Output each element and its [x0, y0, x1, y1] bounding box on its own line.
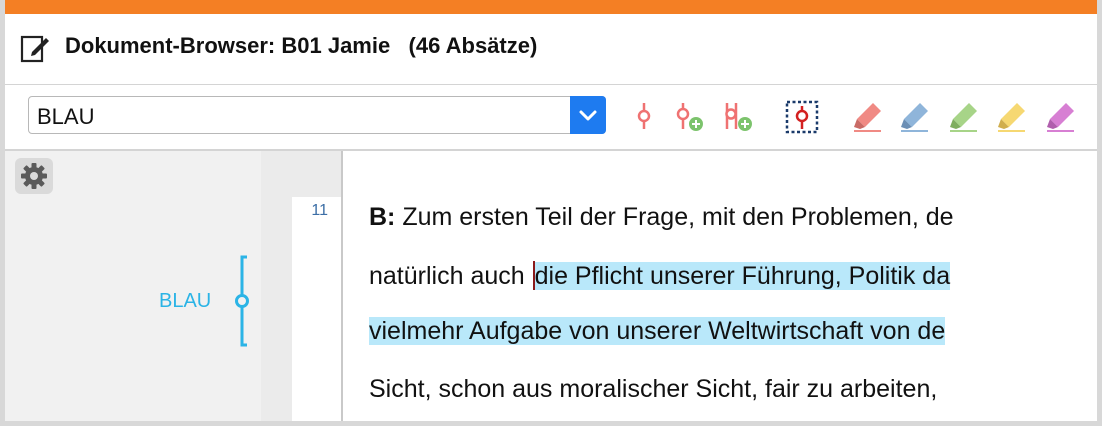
highlighter-green-icon[interactable] — [947, 100, 981, 134]
window-accent-bar — [5, 0, 1097, 14]
memo-column — [261, 151, 292, 421]
code-add-multiple-icon[interactable] — [721, 100, 755, 134]
text-line: Sicht, schon aus moralischer Sicht, fair… — [369, 375, 937, 404]
line-text: Sicht, schon aus moralischer Sicht, fair… — [369, 375, 938, 403]
highlighter-magenta-icon[interactable] — [1044, 100, 1078, 134]
paragraph-number-column: 11 — [292, 151, 341, 421]
coded-segment-text[interactable]: vielmehr Aufgabe von unserer Weltwirtsch… — [369, 317, 946, 345]
edit-document-icon — [20, 35, 49, 63]
line-text: natürlich auch — [369, 262, 532, 290]
code-stripe-label[interactable]: BLAU — [159, 290, 211, 313]
document-browser-window: Dokument-Browser: B01 Jamie (46 Absätze)… — [0, 0, 1102, 426]
dropdown-button[interactable] — [570, 96, 606, 134]
title-bar: Dokument-Browser: B01 Jamie (46 Absätze) — [5, 14, 1097, 82]
chevron-down-icon — [579, 110, 597, 121]
coding-stripe-panel: BLAU — [5, 151, 261, 421]
code-add-icon[interactable] — [673, 100, 707, 134]
coded-segment-text[interactable]: die Pflicht unserer Führung, Politik da — [534, 262, 951, 290]
gear-icon — [21, 163, 47, 189]
code-select-dropdown[interactable]: BLAU — [28, 96, 606, 134]
code-select-active-icon[interactable] — [785, 100, 819, 134]
code-select-value: BLAU — [37, 104, 95, 129]
document-text-area[interactable]: B: Zum ersten Teil der Frage, mit den Pr… — [343, 151, 1097, 421]
paragraph-number: 11 — [311, 202, 328, 219]
code-icon[interactable] — [627, 100, 661, 134]
highlighter-red-icon[interactable] — [851, 100, 885, 134]
text-line: natürlich auch die Pflicht unserer Führu… — [369, 261, 951, 291]
code-stripe-bracket[interactable] — [229, 255, 257, 347]
line-text: Zum ersten Teil der Frage, mit den Probl… — [395, 203, 954, 231]
text-line: B: Zum ersten Teil der Frage, mit den Pr… — [369, 203, 954, 232]
paragraph-number-header — [292, 151, 341, 197]
highlighter-yellow-icon[interactable] — [995, 100, 1029, 134]
window-title: Dokument-Browser: B01 Jamie (46 Absätze) — [65, 33, 538, 58]
toolbar: BLAU — [5, 85, 1097, 149]
text-line: vielmehr Aufgabe von unserer Weltwirtsch… — [369, 317, 946, 346]
settings-button[interactable] — [15, 158, 53, 194]
speaker-label: B: — [369, 203, 396, 231]
highlighter-blue-icon[interactable] — [898, 100, 932, 134]
